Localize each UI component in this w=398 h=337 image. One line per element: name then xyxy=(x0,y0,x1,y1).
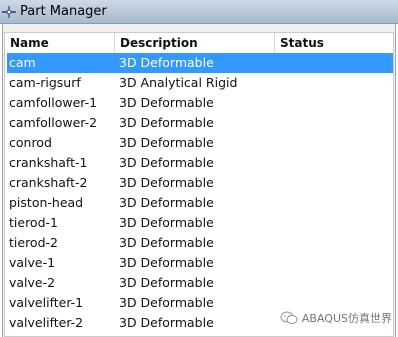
table-row[interactable]: valve-1 3D Deformable xyxy=(7,253,393,273)
part-name-cell: conrod xyxy=(9,135,52,150)
part-name-cell: crankshaft-2 xyxy=(9,175,88,190)
part-description-cell: 3D Deformable xyxy=(119,175,214,190)
title-bar[interactable]: Part Manager xyxy=(0,0,398,24)
part-description-cell: 3D Deformable xyxy=(119,115,214,130)
part-name-cell: crankshaft-1 xyxy=(9,155,88,170)
part-name-cell: camfollower-2 xyxy=(9,115,98,130)
part-manager-icon xyxy=(2,6,16,18)
column-header-name[interactable]: Name xyxy=(5,33,115,53)
part-name-cell: cam xyxy=(9,55,36,70)
wechat-icon xyxy=(280,311,298,324)
table-row[interactable]: tierod-1 3D Deformable xyxy=(7,213,393,233)
part-description-cell: 3D Deformable xyxy=(119,95,214,110)
part-name-cell: cam-rigsurf xyxy=(9,75,81,90)
part-description-cell: 3D Deformable xyxy=(119,315,214,330)
part-description-cell: 3D Deformable xyxy=(119,195,214,210)
part-description-cell: 3D Deformable xyxy=(119,235,214,250)
table-row[interactable]: camfollower-1 3D Deformable xyxy=(7,93,393,113)
part-description-cell: 3D Deformable xyxy=(119,135,214,150)
table-row[interactable]: piston-head 3D Deformable xyxy=(7,193,393,213)
column-header-description[interactable]: Description xyxy=(115,33,275,53)
parts-table[interactable]: Name Description Status cam 3D Deformable… xyxy=(4,32,394,337)
column-header-status[interactable]: Status xyxy=(275,33,393,53)
table-row[interactable]: cam 3D Deformable xyxy=(7,53,393,73)
table-row[interactable]: camfollower-2 3D Deformable xyxy=(7,113,393,133)
watermark: ABAQUS仿真世界 xyxy=(280,309,392,327)
watermark-text: ABAQUS仿真世界 xyxy=(301,312,392,325)
part-description-cell: 3D Deformable xyxy=(119,155,214,170)
part-name-cell: valve-1 xyxy=(9,255,56,270)
part-name-cell: valve-2 xyxy=(9,275,56,290)
part-name-cell: valvelifter-1 xyxy=(9,295,84,310)
part-description-cell: 3D Deformable xyxy=(119,275,214,290)
part-description-cell: 3D Deformable xyxy=(119,55,214,70)
table-row[interactable]: cam-rigsurf 3D Analytical Rigid xyxy=(7,73,393,93)
table-row[interactable]: tierod-2 3D Deformable xyxy=(7,233,393,253)
table-row[interactable]: crankshaft-2 3D Deformable xyxy=(7,173,393,193)
table-header: Name Description Status xyxy=(5,33,393,53)
table-body: cam 3D Deformable cam-rigsurf 3D Analytical… xyxy=(5,53,393,333)
table-row[interactable]: conrod 3D Deformable xyxy=(7,133,393,153)
part-name-cell: valvelifter-2 xyxy=(9,315,84,330)
part-description-cell: 3D Analytical Rigid xyxy=(119,75,238,90)
part-description-cell: 3D Deformable xyxy=(119,295,214,310)
part-name-cell: camfollower-1 xyxy=(9,95,98,110)
part-name-cell: tierod-2 xyxy=(9,235,58,250)
table-row[interactable]: crankshaft-1 3D Deformable xyxy=(7,153,393,173)
table-row[interactable]: valve-2 3D Deformable xyxy=(7,273,393,293)
window-title: Part Manager xyxy=(20,4,107,19)
part-name-cell: tierod-1 xyxy=(9,215,58,230)
part-description-cell: 3D Deformable xyxy=(119,255,214,270)
part-description-cell: 3D Deformable xyxy=(119,215,214,230)
part-name-cell: piston-head xyxy=(9,195,84,210)
